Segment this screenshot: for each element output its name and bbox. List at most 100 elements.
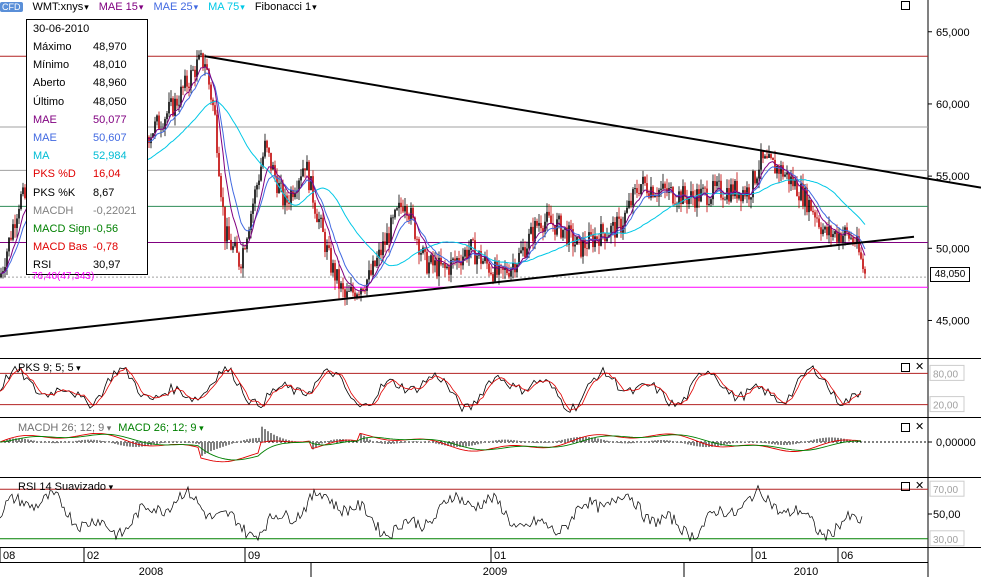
maximize-icon[interactable]	[901, 1, 910, 10]
macdh-bar	[126, 442, 128, 447]
candle-body	[370, 270, 372, 275]
month-tick-label: 01	[755, 550, 767, 562]
macdh-bar	[33, 440, 35, 442]
year-label: 2008	[139, 566, 163, 577]
candle-body	[260, 166, 262, 181]
macdh-bar	[99, 440, 101, 442]
candle-body	[568, 225, 570, 245]
macdh-bar	[651, 440, 653, 442]
stochastic-title[interactable]: PKS 9; 5; 5 ▾	[18, 362, 81, 374]
macdh-bar	[225, 442, 227, 446]
info-key: Mínimo	[33, 59, 70, 72]
candle-body	[376, 257, 378, 267]
close-icon[interactable]: ✕	[915, 422, 924, 433]
candle-body	[594, 236, 596, 248]
candle-body	[422, 247, 424, 254]
rsi-title[interactable]: RSI 14 Suavizado ▾	[18, 481, 113, 493]
macd-tick-label: 0,00000	[936, 437, 976, 449]
rsi-tick-label: 70,00	[933, 485, 958, 496]
macdh-bar	[543, 442, 545, 443]
macdh-bar	[483, 442, 485, 443]
macdh-bar	[504, 439, 506, 442]
macdh-bar	[129, 442, 131, 447]
candle-body	[522, 247, 524, 251]
candle-body	[10, 237, 12, 240]
macdh-bar	[27, 439, 29, 442]
candle-body	[174, 98, 176, 116]
month-tick-label: 09	[248, 550, 260, 562]
macdh-bar	[837, 437, 839, 442]
candle-body	[238, 252, 240, 267]
candle-body	[584, 239, 586, 249]
candle-body	[702, 187, 704, 189]
symbol-selector[interactable]: WMT:xnys	[33, 1, 89, 13]
close-icon[interactable]: ✕	[915, 362, 924, 373]
candle-body	[784, 174, 786, 177]
macdh-bar	[780, 442, 782, 445]
candle-body	[300, 176, 302, 181]
price-tick-label: 50,000	[936, 243, 970, 255]
candle-body	[470, 239, 472, 250]
macdh-bar	[546, 442, 548, 443]
cfd-logo: CFD	[0, 2, 23, 12]
indicator-ma75[interactable]: MA 75	[208, 1, 245, 13]
info-key: MAE	[33, 113, 57, 126]
macdh-bar	[606, 440, 608, 442]
candle-body	[306, 161, 308, 171]
candle-body	[400, 202, 402, 208]
chevron-down-icon[interactable]: ▾	[106, 482, 114, 492]
candle-body	[810, 199, 812, 211]
info-value: -0,22021	[93, 204, 137, 217]
info-value: 50,077	[93, 113, 127, 126]
info-row: PKS %K 8,67	[27, 184, 147, 202]
macd-title[interactable]: MACDH 26; 12; 9 ▾ MACD 26; 12; 9 ▾	[18, 422, 204, 434]
info-key: PKS %D	[33, 168, 76, 181]
candle-body	[340, 283, 342, 289]
macdh-bar	[594, 437, 596, 442]
macdh-bar	[228, 442, 230, 445]
candle-body	[210, 84, 212, 100]
candle-body	[782, 165, 784, 177]
maximize-icon[interactable]	[901, 423, 910, 432]
macdh-bar	[195, 442, 197, 444]
macdh-bar	[630, 442, 632, 444]
macdh-bar	[102, 441, 104, 442]
macdh-bar	[246, 439, 248, 442]
info-key: PKS %K	[33, 186, 76, 199]
candle-body	[662, 183, 664, 189]
candle-body	[596, 236, 598, 240]
chevron-down-icon[interactable]: ▾	[104, 423, 112, 433]
macdh-bar	[795, 442, 797, 444]
close-icon[interactable]: ✕	[915, 481, 924, 492]
candle-body	[492, 274, 494, 282]
macdh-bar	[519, 440, 521, 442]
triangle-trendline	[204, 55, 981, 189]
candle-body	[374, 260, 376, 267]
macdh-bar	[141, 442, 143, 447]
indicator-fibonacci[interactable]: Fibonacci 1	[255, 1, 317, 13]
candle-body	[416, 238, 418, 240]
indicator-mae15[interactable]: MAE 15	[99, 1, 144, 13]
macdh-bar	[366, 438, 368, 442]
candle-body	[334, 263, 336, 281]
info-value: 8,67	[93, 186, 115, 199]
indicator-mae25[interactable]: MAE 25	[153, 1, 198, 13]
macdh-bar	[732, 442, 734, 444]
info-row: MAE 50,077	[27, 111, 147, 129]
candle-body	[338, 269, 340, 289]
candle-body	[742, 190, 744, 202]
macdh-bar	[198, 442, 200, 445]
candle-body	[708, 203, 710, 205]
candle-body	[772, 157, 774, 160]
maximize-icon[interactable]	[901, 482, 910, 491]
candle-body	[428, 262, 430, 274]
macdh-bar	[774, 442, 776, 445]
chevron-down-icon[interactable]: ▾	[197, 423, 204, 433]
info-value: 48,050	[93, 95, 127, 108]
maximize-icon[interactable]	[901, 363, 910, 372]
candle-body	[760, 150, 762, 170]
chevron-down-icon[interactable]: ▾	[74, 363, 81, 373]
macdh-bar	[657, 440, 659, 442]
candle-body	[224, 206, 226, 242]
macdh-bar	[537, 442, 539, 444]
